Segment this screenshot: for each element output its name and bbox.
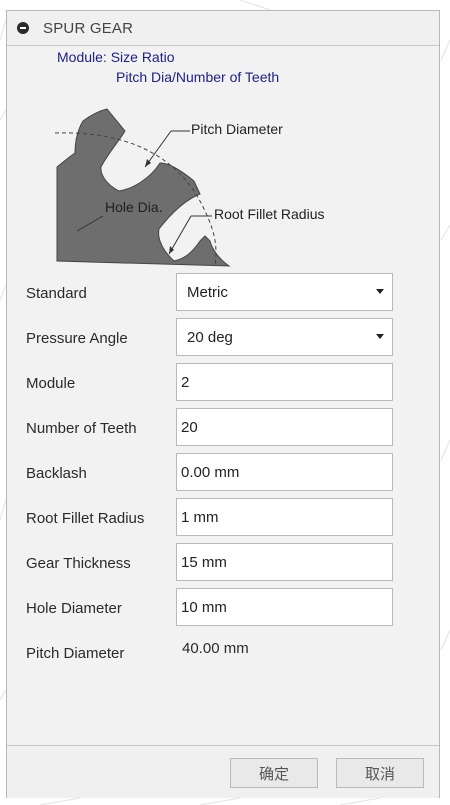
module-note-line2: Pitch Dia/Number of Teeth: [116, 69, 280, 85]
backlash-input[interactable]: [176, 453, 393, 491]
module-label: Module: [26, 375, 76, 392]
number-of-teeth-row: Number of Teeth: [7, 408, 439, 448]
pressure-angle-value: 20 deg: [187, 329, 233, 346]
spur-gear-dialog: SPUR GEAR Module: Size Ratio Pitch Dia/N…: [6, 10, 440, 798]
hole-diameter-input[interactable]: [176, 588, 393, 626]
cancel-button[interactable]: 取消: [336, 758, 424, 788]
backlash-row: Backlash: [7, 453, 439, 493]
caret-down-icon: [376, 334, 384, 339]
caret-down-icon: [376, 289, 384, 294]
spur-gear-diagram: Pitch Diameter Hole Dia. Root Fillet Rad…: [7, 91, 439, 276]
root-fillet-radius-row: Root Fillet Radius: [7, 498, 439, 538]
pressure-angle-select[interactable]: 20 deg: [176, 318, 393, 356]
gear-thickness-input[interactable]: [176, 543, 393, 581]
root-fillet-radius-label: Root Fillet Radius: [26, 510, 145, 527]
standard-label: Standard: [26, 285, 87, 302]
number-of-teeth-label: Number of Teeth: [26, 420, 137, 437]
minus-circle-icon[interactable]: [17, 22, 29, 34]
dialog-footer: 确定 取消: [7, 745, 439, 798]
standard-value: Metric: [187, 284, 228, 301]
pitch-diameter-label: Pitch Diameter: [26, 645, 125, 662]
pitch-diameter-row: Pitch Diameter 40.00 mm: [7, 633, 439, 673]
module-input[interactable]: [176, 363, 393, 401]
number-of-teeth-input[interactable]: [176, 408, 393, 446]
hole-diameter-row: Hole Diameter: [7, 588, 439, 628]
gear-thickness-label: Gear Thickness: [26, 555, 131, 572]
pitch-diameter-value: 40.00 mm: [182, 640, 249, 657]
backlash-label: Backlash: [26, 465, 87, 482]
gear-thickness-row: Gear Thickness: [7, 543, 439, 583]
pressure-angle-label: Pressure Angle: [26, 330, 128, 347]
pitch-diameter-callout: Pitch Diameter: [191, 121, 283, 137]
ok-button[interactable]: 确定: [230, 758, 318, 788]
root-fillet-callout: Root Fillet Radius: [214, 206, 325, 222]
hole-diameter-label: Hole Diameter: [26, 600, 122, 617]
hole-dia-callout: Hole Dia.: [105, 199, 163, 215]
panel-header[interactable]: SPUR GEAR: [7, 11, 439, 46]
standard-select[interactable]: Metric: [176, 273, 393, 311]
module-row: Module: [7, 363, 439, 403]
root-fillet-radius-input[interactable]: [176, 498, 393, 536]
standard-row: Standard Metric: [7, 273, 439, 313]
pressure-angle-row: Pressure Angle 20 deg: [7, 318, 439, 358]
panel-title: SPUR GEAR: [43, 19, 134, 37]
module-note-line1: Module: Size Ratio: [57, 49, 175, 65]
